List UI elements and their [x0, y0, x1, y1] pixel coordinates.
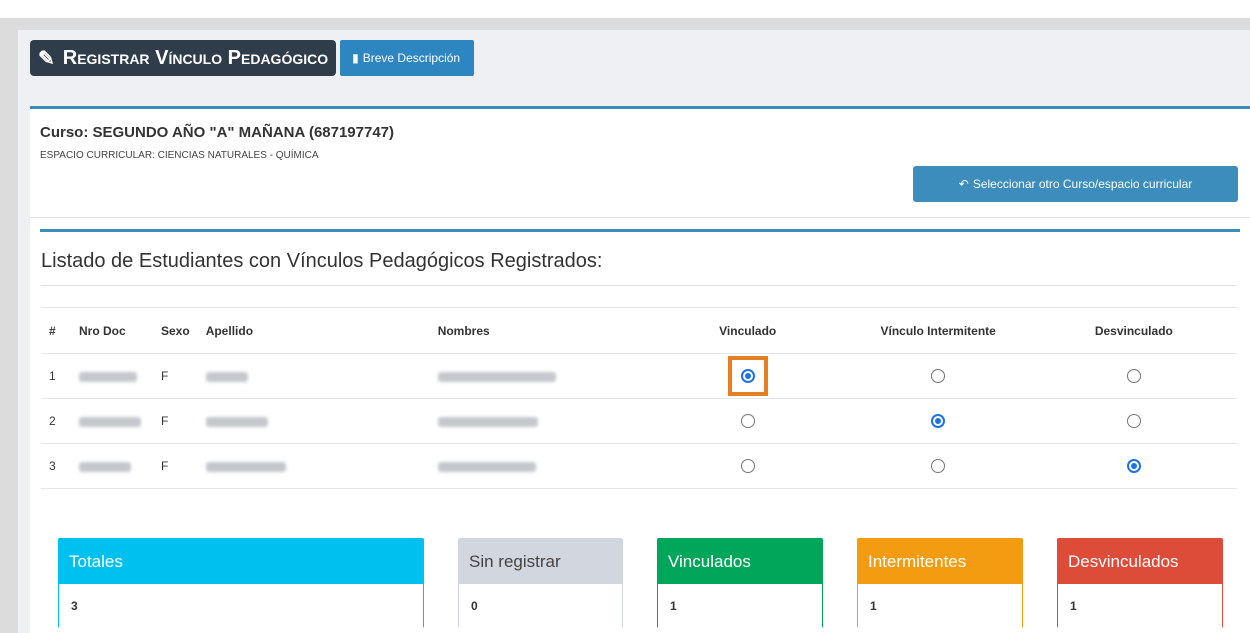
summary-label: Intermitentes: [858, 539, 1022, 584]
summary-vinculados: Vinculados 1: [657, 538, 823, 628]
col-doc: Nro Doc: [71, 307, 153, 354]
radio-vinculado[interactable]: [740, 459, 755, 474]
row-sexo: F: [153, 443, 198, 489]
nombres-redacted: [429, 353, 650, 399]
table-header-row: # Nro Doc Sexo Apellido Nombres Vinculad…: [41, 307, 1237, 354]
doc-redacted: [71, 443, 153, 489]
students-table: # Nro Doc Sexo Apellido Nombres Vinculad…: [41, 307, 1237, 489]
row-num: 3: [41, 443, 71, 489]
table-row: 3 F: [41, 443, 1237, 489]
col-desvinculado: Desvinculado: [1030, 307, 1237, 354]
select-course-button[interactable]: ↶ Seleccionar otro Curso/espacio curricu…: [913, 166, 1238, 202]
nombres-redacted: [429, 398, 650, 444]
students-panel-border: [40, 229, 1240, 232]
page-header: ✎ Registrar Vínculo Pedagógico ▮ Breve D…: [30, 40, 475, 76]
summary-label: Totales: [59, 539, 423, 584]
nombres-redacted: [429, 443, 650, 489]
divider: [30, 217, 1250, 218]
bookmark-icon: ▮: [352, 51, 359, 65]
reply-arrow-icon: ↶: [958, 177, 969, 191]
summary-value: 3: [59, 584, 423, 628]
radio-desvinculado[interactable]: [1126, 459, 1141, 474]
radio-intermitente[interactable]: [931, 369, 946, 384]
highlight-box: [727, 356, 768, 396]
radio-intermitente[interactable]: [931, 414, 946, 429]
doc-redacted: [71, 398, 153, 444]
col-intermitente: Vínculo Intermitente: [845, 307, 1031, 354]
top-margin: [0, 0, 1250, 18]
summary-value: 1: [658, 584, 822, 628]
summary-desvinculados: Desvinculados 1: [1057, 538, 1223, 628]
summary-value: 1: [858, 584, 1022, 628]
summary-label: Vinculados: [658, 539, 822, 584]
summary-label: Sin registrar: [459, 539, 622, 584]
col-vinculado: Vinculado: [649, 307, 846, 354]
doc-redacted: [71, 353, 153, 399]
radio-intermitente[interactable]: [931, 459, 946, 474]
book-icon: ✎: [38, 47, 55, 70]
page-title: ✎ Registrar Vínculo Pedagógico: [30, 40, 337, 76]
breve-descripcion-button[interactable]: ▮ Breve Descripción: [340, 40, 475, 76]
col-sexo: Sexo: [153, 307, 198, 354]
table-row: 1 F: [41, 353, 1237, 399]
col-num: #: [41, 307, 71, 354]
row-num: 1: [41, 353, 71, 399]
radio-desvinculado[interactable]: [1126, 414, 1141, 429]
summary-value: 0: [459, 584, 622, 628]
apellido-redacted: [197, 443, 430, 489]
content-frame: ✎ Registrar Vínculo Pedagógico ▮ Breve D…: [18, 30, 1250, 633]
summary-value: 1: [1058, 584, 1222, 628]
espacio-curricular: ESPACIO CURRICULAR: CIENCIAS NATURALES -…: [40, 150, 319, 161]
course-title: Curso: SEGUNDO AÑO "A" MAÑANA (687197747…: [40, 124, 395, 141]
summary-sin-registrar: Sin registrar 0: [458, 538, 623, 628]
radio-vinculado[interactable]: [740, 414, 755, 429]
summary-intermitentes: Intermitentes 1: [857, 538, 1023, 628]
divider: [41, 285, 1237, 286]
apellido-redacted: [197, 398, 430, 444]
col-nombres: Nombres: [429, 307, 650, 354]
students-list-title: Listado de Estudiantes con Vínculos Peda…: [41, 250, 603, 272]
radio-desvinculado[interactable]: [1126, 369, 1141, 384]
row-sexo: F: [153, 398, 198, 444]
row-sexo: F: [153, 353, 198, 399]
radio-vinculado[interactable]: [740, 369, 755, 383]
col-apellido: Apellido: [197, 307, 430, 354]
table-row: 2 F: [41, 398, 1237, 444]
apellido-redacted: [197, 353, 430, 399]
main-panel: Curso: SEGUNDO AÑO "A" MAÑANA (687197747…: [30, 106, 1250, 633]
row-num: 2: [41, 398, 71, 444]
summary-label: Desvinculados: [1058, 539, 1222, 584]
summary-totales: Totales 3: [58, 538, 424, 628]
